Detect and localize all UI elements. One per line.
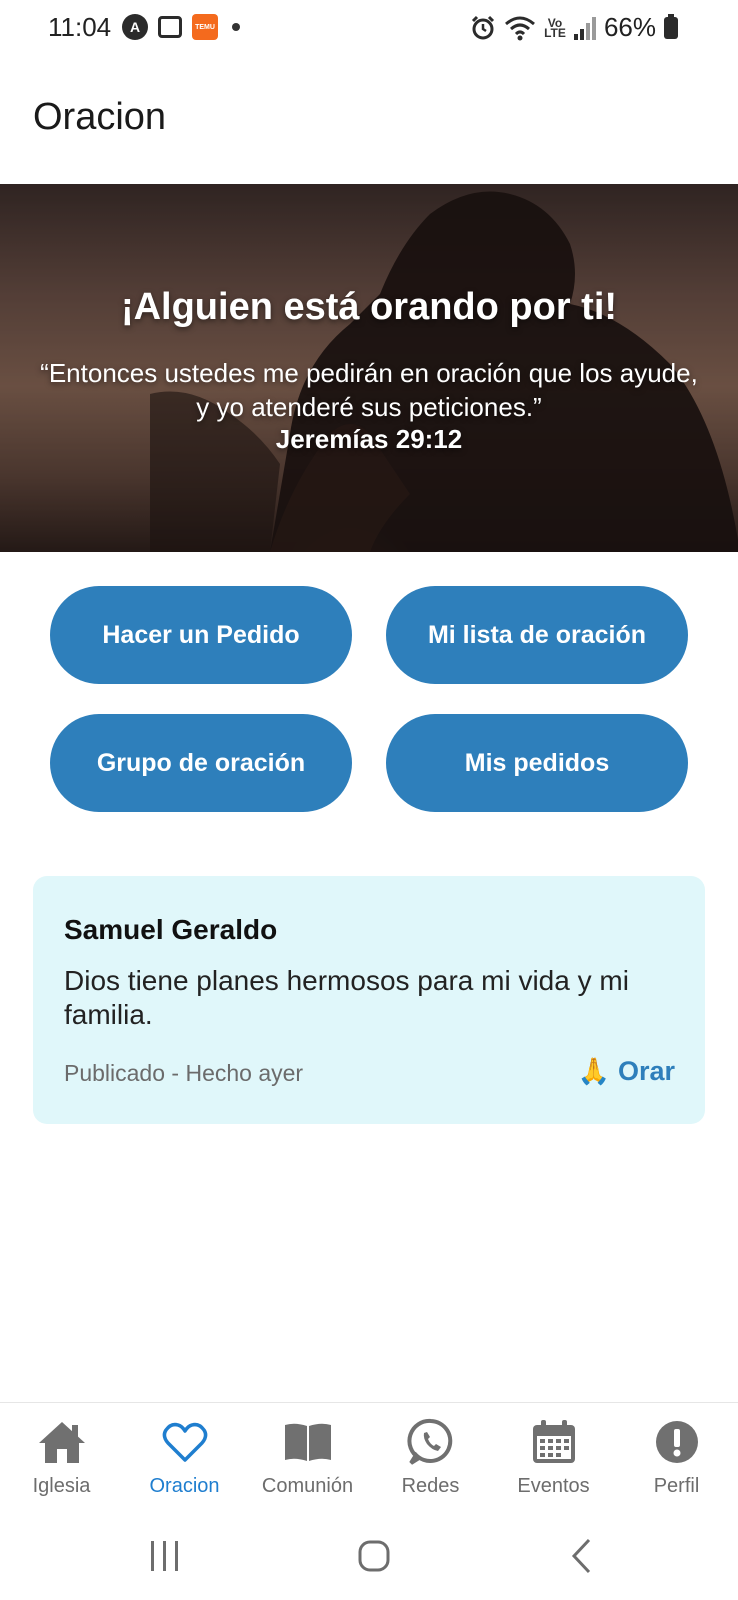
prayer-request-card: Samuel Geraldo Dios tiene planes hermoso… — [33, 876, 705, 1124]
nav-item-iglesia[interactable]: Iglesia — [0, 1403, 123, 1515]
nav-item-comunion[interactable]: Comunión — [246, 1403, 369, 1515]
volte-indicator: Vo LTE — [544, 15, 566, 40]
alarm-icon — [471, 15, 495, 39]
back-button[interactable] — [566, 1536, 596, 1576]
status-bar: 11:04 A TEMU Vo LTE 66% — [0, 0, 738, 56]
book-icon — [282, 1417, 334, 1467]
back-icon — [571, 1538, 591, 1574]
my-prayer-list-button[interactable]: Mi lista de oración — [386, 586, 688, 684]
nav-item-eventos[interactable]: Eventos — [492, 1403, 615, 1515]
heart-icon — [159, 1417, 211, 1467]
whatsapp-icon — [405, 1417, 457, 1467]
more-notifications-icon — [232, 23, 240, 31]
page-title: Oracion — [33, 96, 167, 138]
battery-percent: 66% — [603, 12, 656, 42]
hero-banner: ¡Alguien está orando por ti! “Entonces u… — [0, 184, 738, 552]
prayer-group-button[interactable]: Grupo de oración — [50, 714, 352, 812]
status-right: Vo LTE 66% — [470, 12, 678, 43]
system-nav-bar — [0, 1514, 738, 1600]
nav-label: Oracion — [149, 1475, 220, 1497]
nav-item-perfil[interactable]: Perfil — [615, 1403, 738, 1515]
nav-item-oracion[interactable]: Oracion — [123, 1403, 246, 1515]
app-notification-icon: A — [122, 14, 148, 40]
gallery-notification-icon — [158, 16, 182, 38]
nav-item-redes[interactable]: Redes — [369, 1403, 492, 1515]
wifi-icon — [504, 16, 535, 40]
recent-apps-button[interactable] — [148, 1536, 182, 1576]
hero-verse: “Entonces ustedes me pedirán en oración … — [40, 358, 698, 422]
battery-icon — [664, 13, 678, 39]
bottom-nav: Iglesia Oracion Comunión Redes Eventos P… — [0, 1402, 738, 1514]
home-button[interactable] — [356, 1536, 392, 1576]
pray-button[interactable]: 🙏 Orar — [578, 1056, 675, 1087]
status-time: 11:04 — [48, 12, 112, 42]
praying-hands-icon: 🙏 — [577, 1056, 610, 1086]
alert-icon — [651, 1417, 703, 1467]
signal-icon — [573, 16, 596, 40]
request-meta: Publicado - Hecho ayer — [64, 1060, 304, 1086]
nav-label: Comunión — [261, 1475, 354, 1497]
nav-label: Eventos — [517, 1475, 590, 1497]
status-notifications: A TEMU — [122, 14, 240, 40]
calendar-icon — [528, 1417, 580, 1467]
nav-label: Redes — [401, 1475, 460, 1497]
recent-apps-icon — [151, 1541, 178, 1571]
pray-label: Orar — [617, 1056, 675, 1086]
nav-label: Iglesia — [32, 1475, 91, 1497]
hero-verse-reference: Jeremías 29:12 — [275, 424, 463, 454]
request-author: Samuel Geraldo — [64, 914, 278, 945]
nav-label: Perfil — [653, 1475, 700, 1497]
home-icon — [36, 1417, 88, 1467]
my-requests-button[interactable]: Mis pedidos — [386, 714, 688, 812]
home-circle-icon — [358, 1540, 390, 1572]
make-request-button[interactable]: Hacer un Pedido — [50, 586, 352, 684]
hero-title: ¡Alguien está orando por ti! — [120, 286, 618, 328]
temu-notification-icon: TEMU — [192, 14, 218, 40]
request-text: Dios tiene planes hermosos para mi vida … — [64, 965, 629, 1030]
